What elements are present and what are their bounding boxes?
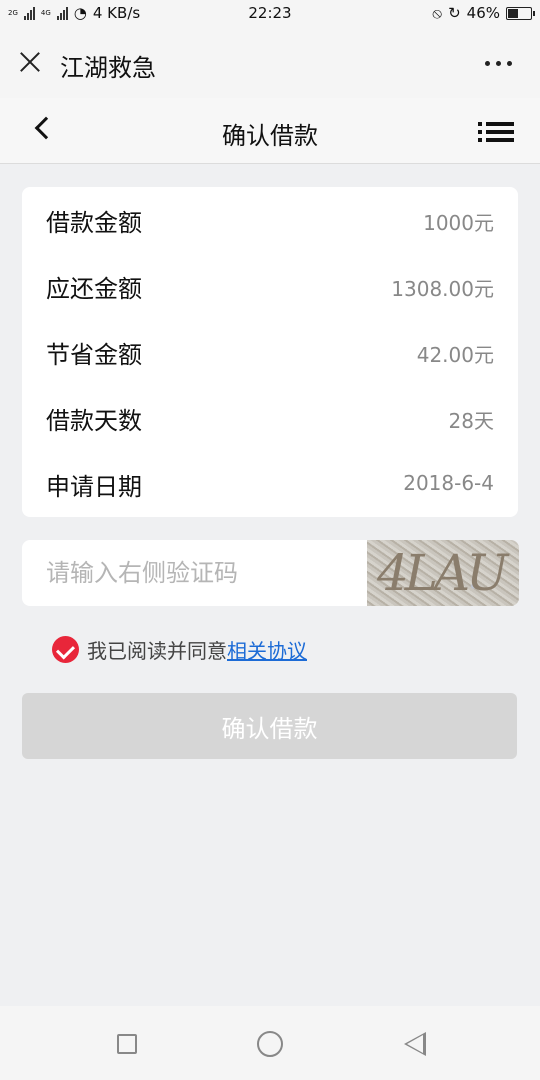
loan-info-card: 借款金额 1000元 应还金额 1308.00元 节省金额 42.00元 借款天… [22, 187, 518, 517]
vibrate-off-icon: ⦸ [432, 4, 443, 22]
page-title: 确认借款 [222, 122, 318, 150]
row-label: 申请日期 [46, 473, 142, 501]
agreement-link[interactable]: 相关协议 [227, 635, 307, 664]
app-header: 江湖救急 [0, 28, 540, 98]
agreement-row: 我已阅读并同意 相关协议 [52, 634, 307, 664]
battery-percent: 46% [466, 4, 500, 22]
row-value: 42.00元 [416, 343, 494, 367]
captcha-input[interactable] [22, 540, 367, 606]
agreement-checkbox[interactable] [52, 635, 79, 663]
recent-apps-icon[interactable] [117, 1034, 137, 1054]
row-label: 借款金额 [46, 209, 142, 237]
loan-days-row: 借款天数 28天 [22, 385, 518, 451]
row-value: 2018-6-4 [403, 471, 494, 495]
row-label: 节省金额 [46, 341, 142, 369]
confirm-loan-button[interactable]: 确认借款 [22, 693, 517, 759]
menu-list-icon[interactable] [478, 122, 514, 142]
page-nav: 确认借款 [0, 98, 540, 164]
captcha-field: 4LAU [22, 540, 519, 606]
status-bar: 2G 4G ◔ 4 KB/s 22:23 ⦸ ↻ 46% [0, 0, 540, 28]
home-icon[interactable] [257, 1031, 283, 1057]
row-label: 借款天数 [46, 407, 142, 435]
apply-date-row: 申请日期 2018-6-4 [22, 451, 518, 517]
saved-amount-row: 节省金额 42.00元 [22, 319, 518, 385]
more-options-icon[interactable] [485, 61, 512, 66]
back-triangle-icon[interactable] [404, 1032, 426, 1056]
loan-amount-row: 借款金额 1000元 [22, 187, 518, 253]
rotation-lock-icon: ↻ [448, 4, 461, 22]
system-nav-bar [0, 1006, 540, 1080]
battery-icon [506, 6, 535, 20]
row-value: 1000元 [423, 211, 494, 235]
agreement-text: 我已阅读并同意 [87, 638, 227, 663]
close-icon[interactable] [16, 48, 44, 76]
row-value: 1308.00元 [391, 277, 494, 301]
app-title: 江湖救急 [60, 54, 156, 82]
row-value: 28天 [448, 409, 494, 433]
repay-amount-row: 应还金额 1308.00元 [22, 253, 518, 319]
captcha-image-text: 4LAU [377, 544, 508, 602]
captcha-image[interactable]: 4LAU [367, 540, 519, 606]
row-label: 应还金额 [46, 275, 142, 303]
